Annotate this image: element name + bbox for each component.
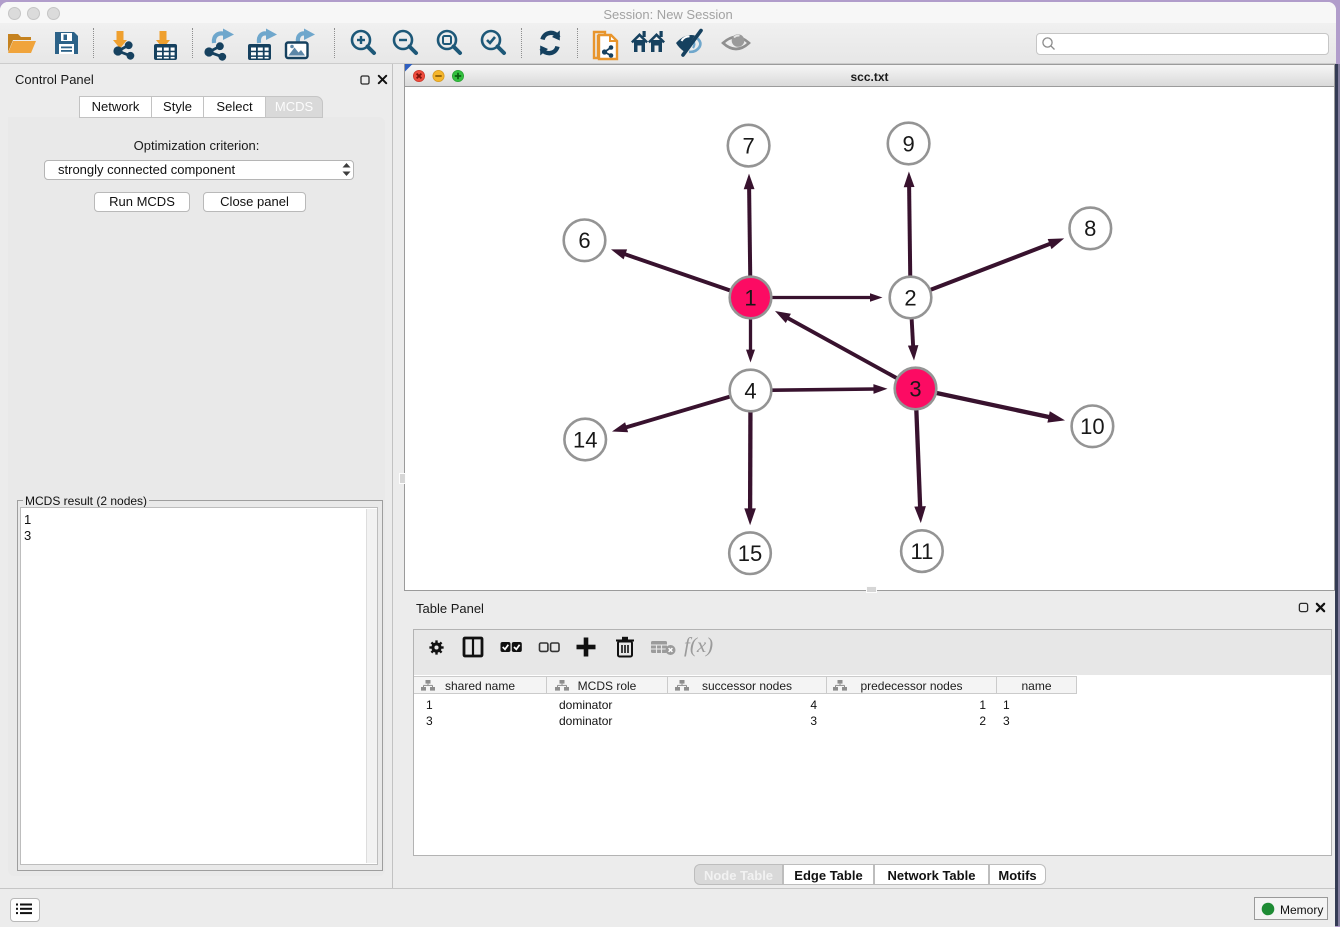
svg-text:3: 3 bbox=[909, 376, 921, 401]
svg-text:4: 4 bbox=[744, 378, 756, 403]
svg-text:9: 9 bbox=[902, 131, 914, 156]
svg-text:14: 14 bbox=[573, 427, 597, 452]
svg-text:2: 2 bbox=[904, 285, 916, 310]
svg-text:1: 1 bbox=[744, 285, 756, 310]
svg-text:11: 11 bbox=[910, 539, 933, 564]
svg-text:6: 6 bbox=[578, 228, 590, 253]
svg-text:10: 10 bbox=[1080, 414, 1104, 439]
svg-text:8: 8 bbox=[1084, 216, 1096, 241]
svg-text:7: 7 bbox=[742, 133, 754, 158]
svg-text:15: 15 bbox=[738, 541, 762, 566]
